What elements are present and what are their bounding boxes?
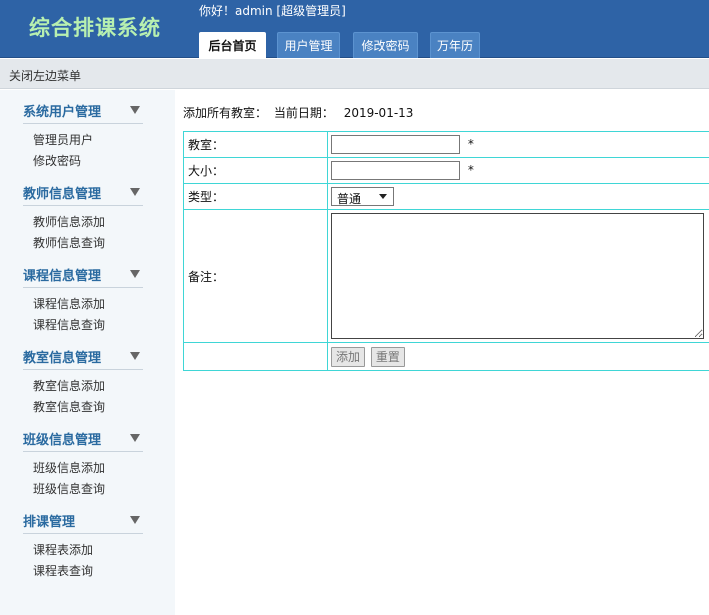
sidebar-group-title: 教室信息管理 <box>23 351 102 366</box>
remark-field-cell <box>327 209 709 343</box>
sidebar-item-teacher-add[interactable]: 教师信息添加 <box>33 212 175 233</box>
sidebar-group-title: 课程信息管理 <box>23 269 102 284</box>
size-field-cell: * <box>327 157 709 184</box>
sidebar-item-timetable-add[interactable]: 课程表添加 <box>33 540 175 561</box>
sidebar-item-class-query[interactable]: 班级信息查询 <box>33 479 175 500</box>
dropdown-arrow-icon <box>379 194 387 199</box>
empty-cell <box>183 342 328 371</box>
type-select-value: 普通 <box>337 192 362 206</box>
sidebar-item-course-add[interactable]: 课程信息添加 <box>33 294 175 315</box>
close-left-menu-link[interactable]: 关闭左边菜单 <box>9 67 81 84</box>
classroom-form: 教室： * 大小： * 类型： 普通 备注： 添加 重置 <box>183 131 709 371</box>
sidebar-item-classroom-query[interactable]: 教室信息查询 <box>33 397 175 418</box>
classroom-field-cell: * <box>327 131 709 158</box>
required-mark: * <box>467 137 474 151</box>
sidebar-group-title: 班级信息管理 <box>23 433 102 448</box>
menu-toggle-bar: 关闭左边菜单 <box>0 59 709 89</box>
date-label: 当前日期： <box>273 106 334 120</box>
sidebar-group-title: 系统用户管理 <box>23 105 102 120</box>
button-cell: 添加 重置 <box>327 342 709 371</box>
form-row: 类型： 普通 <box>183 183 709 210</box>
sidebar-item-classroom-add[interactable]: 教室信息添加 <box>33 376 175 397</box>
chevron-down-icon[interactable] <box>130 352 140 360</box>
sidebar-group-header[interactable]: 教师信息管理 <box>23 182 143 206</box>
form-row: 教室： * <box>183 131 709 158</box>
form-row: 备注： <box>183 209 709 343</box>
sidebar-item-teacher-query[interactable]: 教师信息查询 <box>33 233 175 254</box>
required-mark: * <box>467 163 474 177</box>
form-row: 添加 重置 <box>183 342 709 371</box>
sidebar-item-change-password[interactable]: 修改密码 <box>33 151 175 172</box>
sidebar-item-class-add[interactable]: 班级信息添加 <box>33 458 175 479</box>
sidebar-group-courses: 课程信息管理 课程信息添加 课程信息查询 <box>0 264 175 336</box>
type-select[interactable]: 普通 <box>331 187 394 206</box>
page-heading: 添加所有教室： <box>183 106 268 120</box>
sidebar: 系统用户管理 管理员用户 修改密码 教师信息管理 教师信息添加 教师信息查询 课… <box>0 90 175 615</box>
app-title: 综合排课系统 <box>29 16 161 40</box>
user-greeting: 你好！admin [超级管理员] <box>199 4 346 18</box>
sidebar-group-system-users: 系统用户管理 管理员用户 修改密码 <box>0 100 175 172</box>
classroom-input[interactable] <box>331 135 460 154</box>
sidebar-item-admin-users[interactable]: 管理员用户 <box>33 130 175 151</box>
sidebar-group-title: 教师信息管理 <box>23 187 102 202</box>
sidebar-group-classes: 班级信息管理 班级信息添加 班级信息查询 <box>0 428 175 500</box>
size-input[interactable] <box>331 161 460 180</box>
sidebar-group-header[interactable]: 课程信息管理 <box>23 264 143 288</box>
sidebar-group-header[interactable]: 排课管理 <box>23 510 143 534</box>
tab-calendar[interactable]: 万年历 <box>430 32 480 58</box>
tab-user-management[interactable]: 用户管理 <box>277 32 340 58</box>
sidebar-group-header[interactable]: 班级信息管理 <box>23 428 143 452</box>
tab-change-password[interactable]: 修改密码 <box>353 32 418 58</box>
type-field-cell: 普通 <box>327 183 709 210</box>
page-info: 添加所有教室： 当前日期： 2019-01-13 <box>183 104 413 121</box>
sidebar-group-classrooms: 教室信息管理 教室信息添加 教室信息查询 <box>0 346 175 418</box>
tab-home[interactable]: 后台首页 <box>199 32 266 58</box>
chevron-down-icon[interactable] <box>130 188 140 196</box>
add-button[interactable]: 添加 <box>331 346 366 367</box>
remark-textarea[interactable] <box>331 213 704 339</box>
current-date: 2019-01-13 <box>343 106 414 120</box>
sidebar-group-header[interactable]: 系统用户管理 <box>23 100 143 124</box>
chevron-down-icon[interactable] <box>130 270 140 278</box>
sidebar-group-header[interactable]: 教室信息管理 <box>23 346 143 370</box>
sidebar-group-scheduling: 排课管理 课程表添加 课程表查询 <box>0 510 175 582</box>
form-row: 大小： * <box>183 157 709 184</box>
chevron-down-icon[interactable] <box>130 106 140 114</box>
chevron-down-icon[interactable] <box>130 434 140 442</box>
top-header: 综合排课系统 你好！admin [超级管理员] 后台首页 用户管理 修改密码 万… <box>0 0 709 58</box>
reset-button[interactable]: 重置 <box>370 346 405 367</box>
sidebar-item-course-query[interactable]: 课程信息查询 <box>33 315 175 336</box>
size-label: 大小： <box>183 157 328 184</box>
remark-label: 备注： <box>183 209 328 343</box>
classroom-label: 教室： <box>183 131 328 158</box>
sidebar-group-teachers: 教师信息管理 教师信息添加 教师信息查询 <box>0 182 175 254</box>
sidebar-group-title: 排课管理 <box>23 515 76 530</box>
type-label: 类型： <box>183 183 328 210</box>
sidebar-item-timetable-query[interactable]: 课程表查询 <box>33 561 175 582</box>
chevron-down-icon[interactable] <box>130 516 140 524</box>
